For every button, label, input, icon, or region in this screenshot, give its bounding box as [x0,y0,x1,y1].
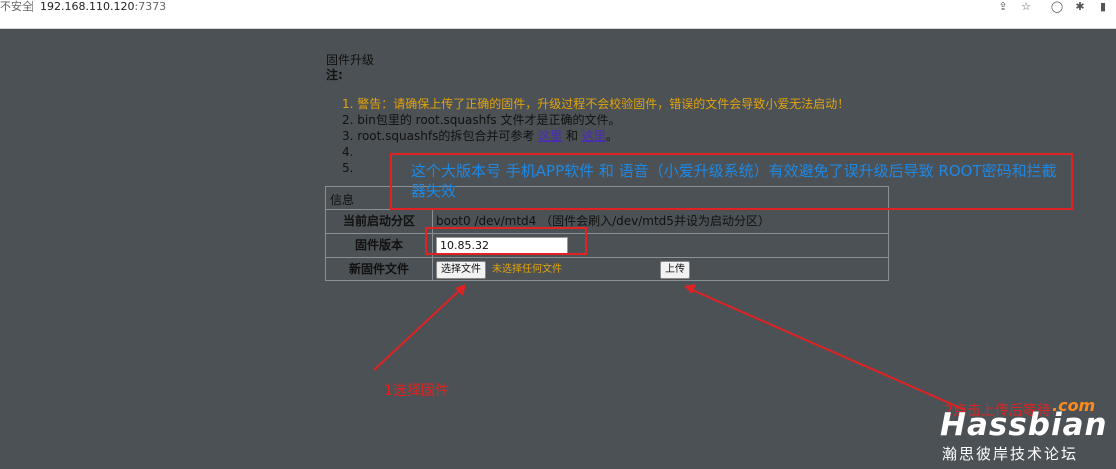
info-header-label: 信息 [330,193,355,207]
list-item: 3. root.squashfs的拆包合并可参考 这里 和 这里。 [342,128,849,144]
url-port: :7373 [134,0,167,13]
url-host: 192.168.110.120 [40,0,135,13]
arrow-head-2 [684,284,696,294]
reference-link-2[interactable]: 这里 [582,129,606,143]
new-firmware-label: 新固件文件 [326,258,433,281]
item-number: 3. [342,129,354,143]
item-number: 2. [342,113,354,127]
list-item: 1. 警告：请确保上传了正确的固件，升级过程不会校验固件，错误的文件会导致小爱无… [342,96,849,112]
arrow-head-1 [455,284,466,296]
table-row: 固件版本 10.85.32 [326,234,888,258]
watermark-subtitle: 瀚思彼岸技术论坛 [942,445,1079,463]
item-text: root.squashfs的拆包合并可参考 [357,129,535,143]
star-icon[interactable]: ☆ [1019,0,1033,14]
arrow-line-2 [689,288,966,411]
page-header: 固件升级 注: [326,53,374,83]
list-item: 2. bin包里的 root.squashfs 文件才是正确的文件。 [342,112,849,128]
extension-icon[interactable]: ✱ [1073,0,1087,14]
annotation-note: 这个大版本号 手机APP软件 和 语音（小爱升级系统）有效避免了误升级后导致 R… [411,162,1057,200]
upload-button[interactable]: 上传 [660,261,690,279]
share-icon[interactable]: ⇪ [996,0,1010,14]
no-file-text: 未选择任何文件 [492,264,562,275]
page-title: 固件升级 [326,53,375,67]
annotation-step1: 1选择固件 [384,383,449,399]
watermark-logo: Hassbian [940,407,1108,443]
choose-file-button[interactable]: 选择文件 [436,261,486,279]
table-row: 新固件文件 选择文件 未选择任何文件 上传 [326,258,888,281]
boot-partition-label: 当前启动分区 [326,210,433,233]
circle-icon[interactable]: ◯ [1050,0,1064,14]
item-number: 1. [342,97,354,111]
item-text: 和 [566,129,579,143]
note-label: 注: [326,68,343,82]
item-number: 4. [342,145,354,159]
firmware-version-label: 固件版本 [326,234,433,257]
item-text: bin包里的 root.squashfs 文件才是正确的文件。 [357,113,621,127]
item-text: 。 [605,129,618,143]
item-number: 5. [342,161,354,175]
url-field[interactable]: 192.168.110.120:7373 [40,0,166,13]
divider [32,1,33,12]
security-indicator[interactable]: 不安全 [0,0,33,13]
sidebar-icon[interactable]: ▮ [1096,0,1110,14]
annotation-box-version [425,227,587,255]
browser-address-bar: 不安全 192.168.110.120:7373 ⇪ ☆ ◯ ✱ ▮ [0,0,1116,29]
table-row: 当前启动分区 boot0 /dev/mtd4 （固件会刷入/dev/mtd5并设… [326,210,888,234]
arrow-line-1 [373,287,463,371]
reference-link-1[interactable]: 这里 [538,129,562,143]
item-text: 警告：请确保上传了正确的固件，升级过程不会校验固件，错误的文件会导致小爱无法启动… [357,97,850,111]
